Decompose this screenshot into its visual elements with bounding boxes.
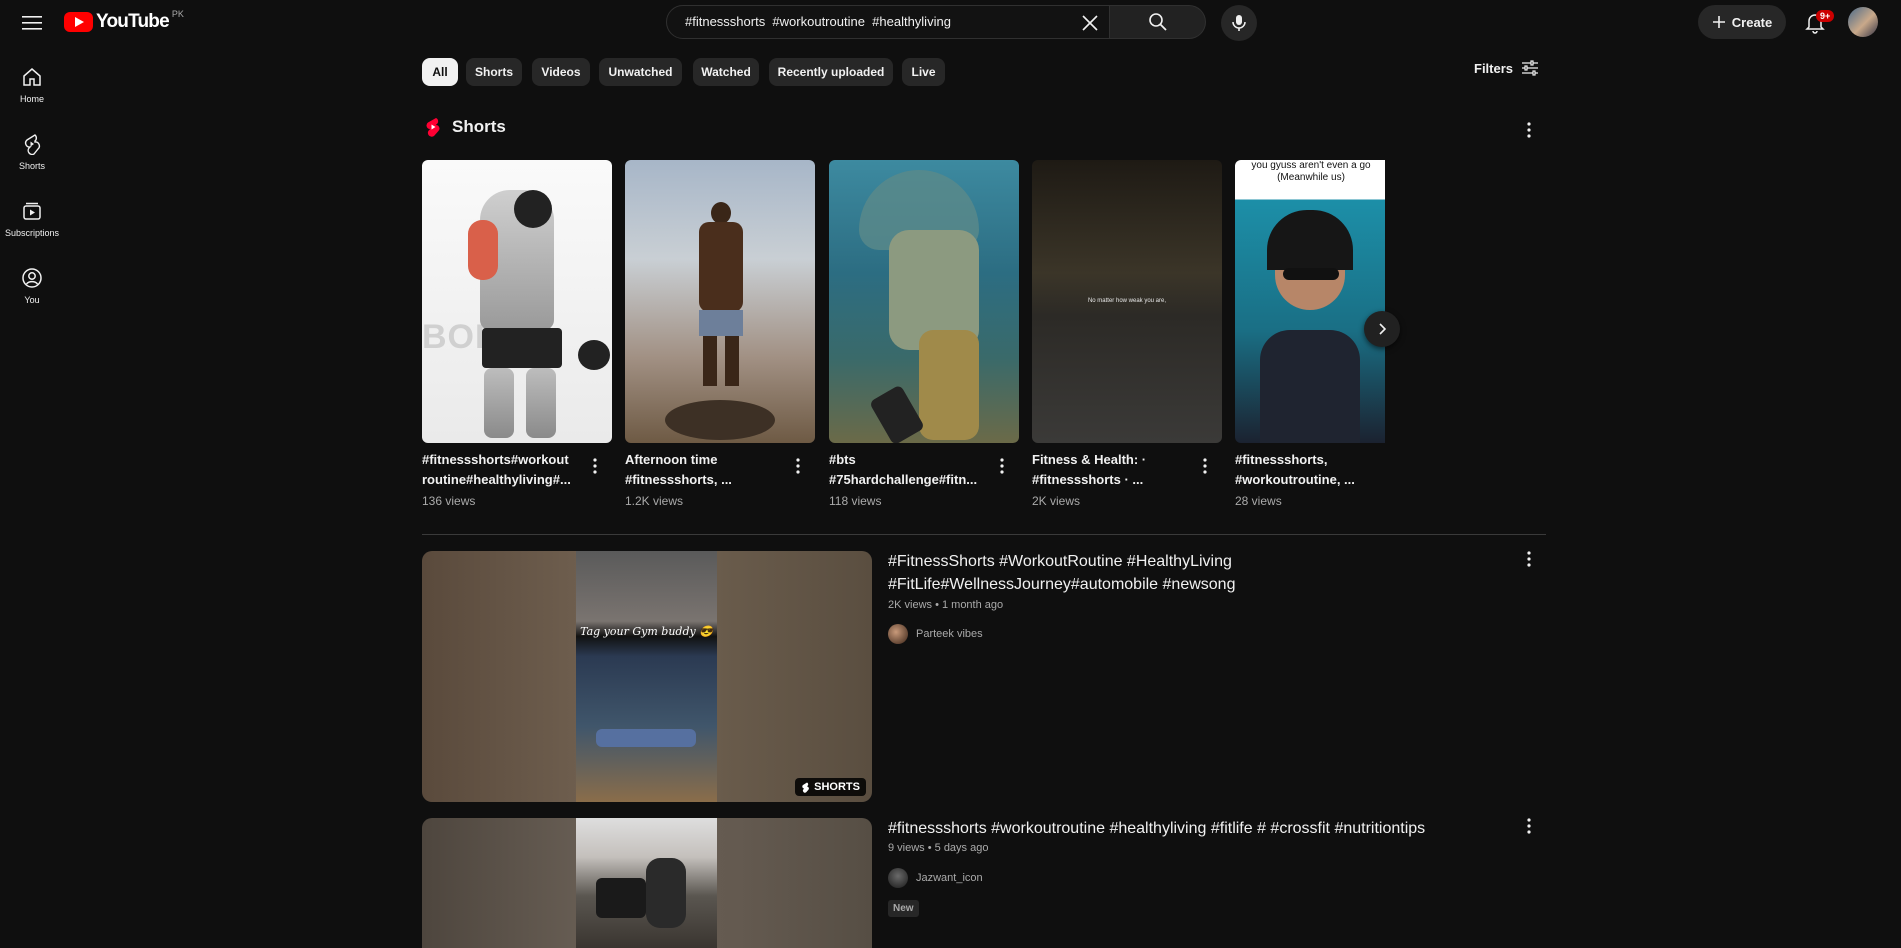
account-avatar[interactable] bbox=[1848, 7, 1878, 37]
shorts-badge-label: SHORTS bbox=[814, 781, 860, 793]
video-more-button[interactable] bbox=[1519, 816, 1539, 836]
video-thumbnail[interactable]: Tag your Gym buddy 😎 SHORTS bbox=[422, 551, 872, 802]
notification-count-badge: 9+ bbox=[1816, 10, 1835, 22]
more-vert-icon bbox=[1203, 458, 1207, 474]
short-title[interactable]: #fitnessshorts#workout routine#healthyli… bbox=[422, 450, 582, 490]
subscriptions-icon bbox=[23, 202, 41, 220]
channel-link[interactable]: Jazwant_icon bbox=[888, 868, 983, 888]
sidebar-label-subscriptions: Subscriptions bbox=[4, 228, 60, 238]
short-more-button[interactable] bbox=[585, 456, 605, 476]
shorts-section-header: Shorts bbox=[424, 117, 506, 137]
filters-label: Filters bbox=[1474, 60, 1514, 76]
section-divider bbox=[422, 534, 1546, 535]
sidebar-item-shorts[interactable]: Shorts bbox=[0, 133, 64, 171]
more-vert-icon bbox=[796, 458, 800, 474]
sidebar-label-you: You bbox=[24, 295, 40, 305]
shorts-next-button[interactable] bbox=[1364, 311, 1400, 347]
channel-link[interactable]: Parteek vibes bbox=[888, 624, 983, 644]
youtube-logo[interactable]: YouTube PK bbox=[64, 9, 184, 33]
shorts-small-icon bbox=[802, 782, 810, 793]
chip-all[interactable]: All bbox=[422, 58, 458, 86]
home-icon bbox=[23, 68, 41, 86]
short-views: 1.2K views bbox=[625, 494, 684, 508]
more-vert-icon bbox=[1527, 551, 1531, 567]
sidebar-label-shorts: Shorts bbox=[18, 161, 45, 171]
logo-text: YouTube bbox=[96, 11, 170, 32]
short-thumbnail[interactable]: you gyuss aren't even a go (Meanwhile us… bbox=[1235, 160, 1385, 443]
search-input[interactable]: #fitnessshorts #workoutroutine #healthyl… bbox=[685, 14, 951, 29]
chip-recently-uploaded[interactable]: Recently uploaded bbox=[769, 58, 893, 86]
video-title[interactable]: #fitnessshorts #workoutroutine #healthyl… bbox=[888, 817, 1488, 840]
short-title[interactable]: #fitnessshorts, #workoutroutine, ... bbox=[1235, 450, 1395, 490]
search-button[interactable] bbox=[1110, 5, 1206, 39]
shorts-icon bbox=[24, 134, 41, 155]
chip-shorts[interactable]: Shorts bbox=[466, 58, 522, 86]
chip-unwatched[interactable]: Unwatched bbox=[599, 58, 682, 86]
video-more-button[interactable] bbox=[1519, 549, 1539, 569]
channel-name: Parteek vibes bbox=[916, 628, 983, 640]
short-views: 136 views bbox=[422, 494, 476, 508]
video-title[interactable]: #FitnessShorts #WorkoutRoutine #HealthyL… bbox=[888, 550, 1488, 596]
channel-name: Jazwant_icon bbox=[916, 872, 983, 884]
sidebar-item-you[interactable]: You bbox=[0, 267, 64, 305]
plus-icon bbox=[1712, 16, 1725, 28]
short-thumbnail[interactable]: BODY bbox=[422, 160, 612, 443]
short-title[interactable]: #bts #75hardchallenge#fitn... bbox=[829, 450, 989, 490]
short-thumbnail-overlay-text: you gyuss aren't even a go (Meanwhile us… bbox=[1251, 160, 1371, 183]
short-more-button[interactable] bbox=[1195, 456, 1215, 476]
short-title[interactable]: Afternoon time #fitnessshorts, ... bbox=[625, 450, 785, 490]
menu-button[interactable] bbox=[16, 8, 48, 38]
chip-live[interactable]: Live bbox=[902, 58, 945, 86]
short-thumbnail[interactable]: No matter how weak you are, bbox=[1032, 160, 1222, 443]
country-code: PK bbox=[171, 9, 184, 19]
shorts-section-title: Shorts bbox=[452, 117, 506, 136]
search-icon bbox=[1148, 13, 1167, 31]
video-meta: 2K views • 1 month ago bbox=[888, 599, 1004, 611]
short-thumbnail[interactable] bbox=[829, 160, 1019, 443]
short-thumbnail[interactable] bbox=[625, 160, 815, 443]
you-icon bbox=[22, 268, 42, 288]
microphone-icon bbox=[1232, 15, 1246, 31]
clear-search-icon[interactable] bbox=[1079, 12, 1101, 34]
short-thumbnail-overlay-text: No matter how weak you are, bbox=[1087, 298, 1167, 304]
sidebar-label-home: Home bbox=[19, 94, 44, 104]
more-vert-icon bbox=[593, 458, 597, 474]
sidebar-item-home[interactable]: Home bbox=[0, 66, 64, 104]
hamburger-icon bbox=[22, 16, 42, 30]
more-vert-icon bbox=[1527, 122, 1531, 138]
short-views: 2K views bbox=[1032, 494, 1081, 508]
short-views: 28 views bbox=[1235, 494, 1282, 508]
more-vert-icon bbox=[1527, 818, 1531, 834]
filters-button[interactable]: Filters bbox=[1474, 60, 1539, 76]
video-thumbnail[interactable] bbox=[422, 818, 872, 948]
short-title[interactable]: Fitness & Health: · #fitnessshorts · ... bbox=[1032, 450, 1192, 490]
create-button[interactable]: Create bbox=[1698, 5, 1786, 39]
channel-avatar bbox=[888, 868, 908, 888]
chip-watched[interactable]: Watched bbox=[693, 58, 759, 86]
short-more-button[interactable] bbox=[788, 456, 808, 476]
shorts-logo-icon bbox=[426, 118, 440, 137]
create-label: Create bbox=[1731, 14, 1773, 30]
short-views: 118 views bbox=[829, 494, 882, 508]
filter-sliders-icon bbox=[1522, 60, 1539, 76]
channel-avatar bbox=[888, 624, 908, 644]
chevron-right-icon bbox=[1379, 323, 1387, 335]
chip-videos[interactable]: Videos bbox=[532, 58, 590, 86]
shorts-section-more-button[interactable] bbox=[1519, 120, 1539, 140]
sidebar-item-subscriptions[interactable]: Subscriptions bbox=[0, 200, 64, 238]
video-thumbnail-overlay-text: Tag your Gym buddy 😎 bbox=[580, 625, 713, 638]
shorts-badge: SHORTS bbox=[795, 778, 866, 796]
video-meta: 9 views • 5 days ago bbox=[888, 842, 989, 854]
short-more-button[interactable] bbox=[992, 456, 1012, 476]
youtube-logo-icon bbox=[64, 12, 93, 32]
search-box[interactable]: #fitnessshorts #workoutroutine #healthyl… bbox=[666, 5, 1110, 39]
voice-search-button[interactable] bbox=[1221, 5, 1257, 41]
more-vert-icon bbox=[1000, 458, 1004, 474]
new-badge: New bbox=[888, 900, 919, 917]
